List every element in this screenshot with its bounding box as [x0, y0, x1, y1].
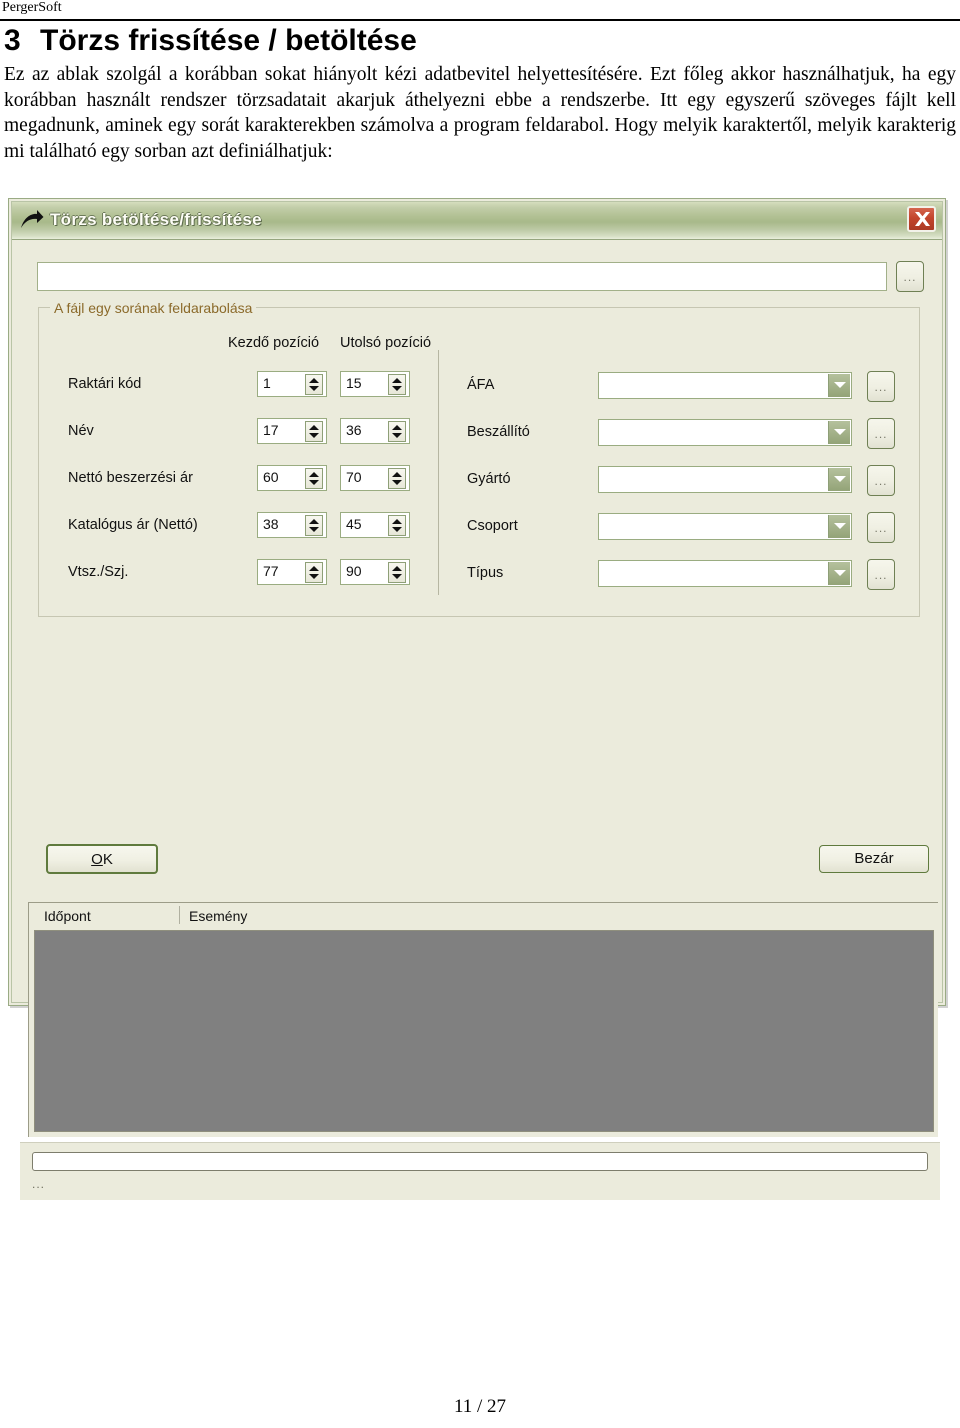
browse-button-beszallito[interactable]: ...: [867, 418, 895, 449]
spinner-value: 90: [346, 563, 362, 579]
browse-button-tipus[interactable]: ...: [867, 559, 895, 590]
spinner-buttons[interactable]: [388, 515, 406, 536]
page-title: 3 Törzs frissítése / betöltése: [4, 24, 904, 58]
ok-button[interactable]: OK: [46, 844, 158, 874]
spinner-start-katalogus-ar[interactable]: 38: [257, 512, 327, 538]
spinner-end-vtsz-szj[interactable]: 90: [340, 559, 410, 585]
combo-tipus[interactable]: [598, 560, 852, 587]
log-column-separator[interactable]: [179, 906, 180, 924]
close-button[interactable]: Bezár: [819, 845, 929, 873]
split-groupbox-title: A fájl egy sorának feldarabolása: [50, 300, 257, 316]
field-label-katalogus-ar: Katalógus ár (Nettó): [68, 517, 198, 533]
spinner-value: 15: [346, 375, 362, 391]
progress-bar: [32, 1152, 928, 1171]
spinner-start-netto-beszerzesi-ar[interactable]: 60: [257, 465, 327, 491]
field-label-vtsz-szj: Vtsz./Szj.: [68, 564, 129, 580]
heading-number: 3: [4, 24, 21, 57]
spinner-value: 45: [346, 516, 362, 532]
combo-beszallito[interactable]: [598, 419, 852, 446]
body-paragraph: Ez az ablak szolgál a korábban sokat hiá…: [4, 64, 956, 162]
spinner-value: 38: [263, 516, 279, 532]
dialog-inner-frame: Törzs betöltése/frissítése ... A fájl eg…: [11, 201, 943, 1200]
log-column-event[interactable]: Esemény: [189, 908, 247, 924]
log-list-body[interactable]: [34, 930, 934, 1132]
field-label-beszallito: Beszállító: [467, 424, 530, 440]
spinner-start-vtsz-szj[interactable]: 77: [257, 559, 327, 585]
log-panel: Időpont Esemény: [28, 902, 938, 1137]
header-rule: [0, 19, 960, 21]
browse-button-gyarto[interactable]: ...: [867, 465, 895, 496]
spinner-buttons[interactable]: [305, 562, 323, 583]
browse-label: ...: [874, 380, 888, 394]
combo-csoport[interactable]: [598, 513, 852, 540]
dialog-title: Törzs betöltése/frissítése: [50, 210, 262, 229]
browse-label: ...: [874, 427, 888, 441]
spinner-value: 70: [346, 469, 362, 485]
file-browse-label: ...: [903, 270, 917, 284]
spinner-value: 1: [263, 375, 271, 391]
spinner-value: 77: [263, 563, 279, 579]
chevron-down-icon[interactable]: [828, 374, 850, 397]
spinner-buttons[interactable]: [305, 374, 323, 395]
combo-gyarto[interactable]: [598, 466, 852, 493]
browse-button-csoport[interactable]: ...: [867, 512, 895, 543]
field-label-raktari-kod: Raktári kód: [68, 376, 142, 392]
dialog-window: Törzs betöltése/frissítése ... A fájl eg…: [8, 198, 946, 1200]
spinner-buttons[interactable]: [305, 468, 323, 489]
spinner-end-nev[interactable]: 36: [340, 418, 410, 444]
spinner-buttons[interactable]: [305, 421, 323, 442]
chevron-down-icon[interactable]: [828, 421, 850, 444]
log-column-time[interactable]: Időpont: [44, 908, 91, 924]
field-label-netto-beszerzesi-ar: Nettó beszerzési ár: [68, 470, 193, 486]
page-header: PergerSoft: [2, 0, 62, 15]
spinner-value: 36: [346, 422, 362, 438]
file-browse-button[interactable]: ...: [896, 261, 924, 292]
spinner-buttons[interactable]: [388, 562, 406, 583]
status-area: ...: [20, 1142, 940, 1200]
spinner-value: 17: [263, 422, 279, 438]
chevron-down-icon[interactable]: [828, 468, 850, 491]
column-header-start: Kezdő pozíció: [228, 335, 320, 351]
log-header: Időpont Esemény: [29, 903, 938, 929]
combo-afa[interactable]: [598, 372, 852, 399]
chevron-down-icon[interactable]: [828, 515, 850, 538]
ok-rest: K: [102, 851, 113, 868]
spinner-buttons[interactable]: [388, 421, 406, 442]
spinner-value: 60: [263, 469, 279, 485]
field-label-tipus: Típus: [467, 565, 504, 581]
curved-arrow-icon: [20, 210, 44, 232]
browse-label: ...: [874, 521, 888, 535]
browse-button-afa[interactable]: ...: [867, 371, 895, 402]
spinner-end-katalogus-ar[interactable]: 45: [340, 512, 410, 538]
status-text: ...: [32, 1177, 46, 1191]
field-label-gyarto: Gyártó: [467, 471, 511, 487]
spinner-buttons[interactable]: [388, 374, 406, 395]
spinner-start-nev[interactable]: 17: [257, 418, 327, 444]
section-divider: [438, 350, 439, 595]
field-label-afa: ÁFA: [467, 377, 495, 393]
heading-text: Törzs frissítése / betöltése: [40, 24, 417, 57]
browse-label: ...: [874, 474, 888, 488]
browse-label: ...: [874, 568, 888, 582]
spinner-end-netto-beszerzesi-ar[interactable]: 70: [340, 465, 410, 491]
spinner-start-raktari-kod[interactable]: 1: [257, 371, 327, 397]
page-footer: 11 / 27: [453, 1396, 507, 1417]
ok-accel: O: [91, 851, 103, 868]
field-label-nev: Név: [68, 423, 94, 439]
spinner-end-raktari-kod[interactable]: 15: [340, 371, 410, 397]
close-icon[interactable]: [907, 206, 936, 232]
file-path-input[interactable]: [37, 262, 887, 291]
dialog-titlebar[interactable]: Törzs betöltése/frissítése: [12, 202, 942, 240]
chevron-down-icon[interactable]: [828, 562, 850, 585]
field-label-csoport: Csoport: [467, 518, 518, 534]
spinner-buttons[interactable]: [305, 515, 323, 536]
column-header-end: Utolsó pozíció: [340, 335, 432, 351]
spinner-buttons[interactable]: [388, 468, 406, 489]
